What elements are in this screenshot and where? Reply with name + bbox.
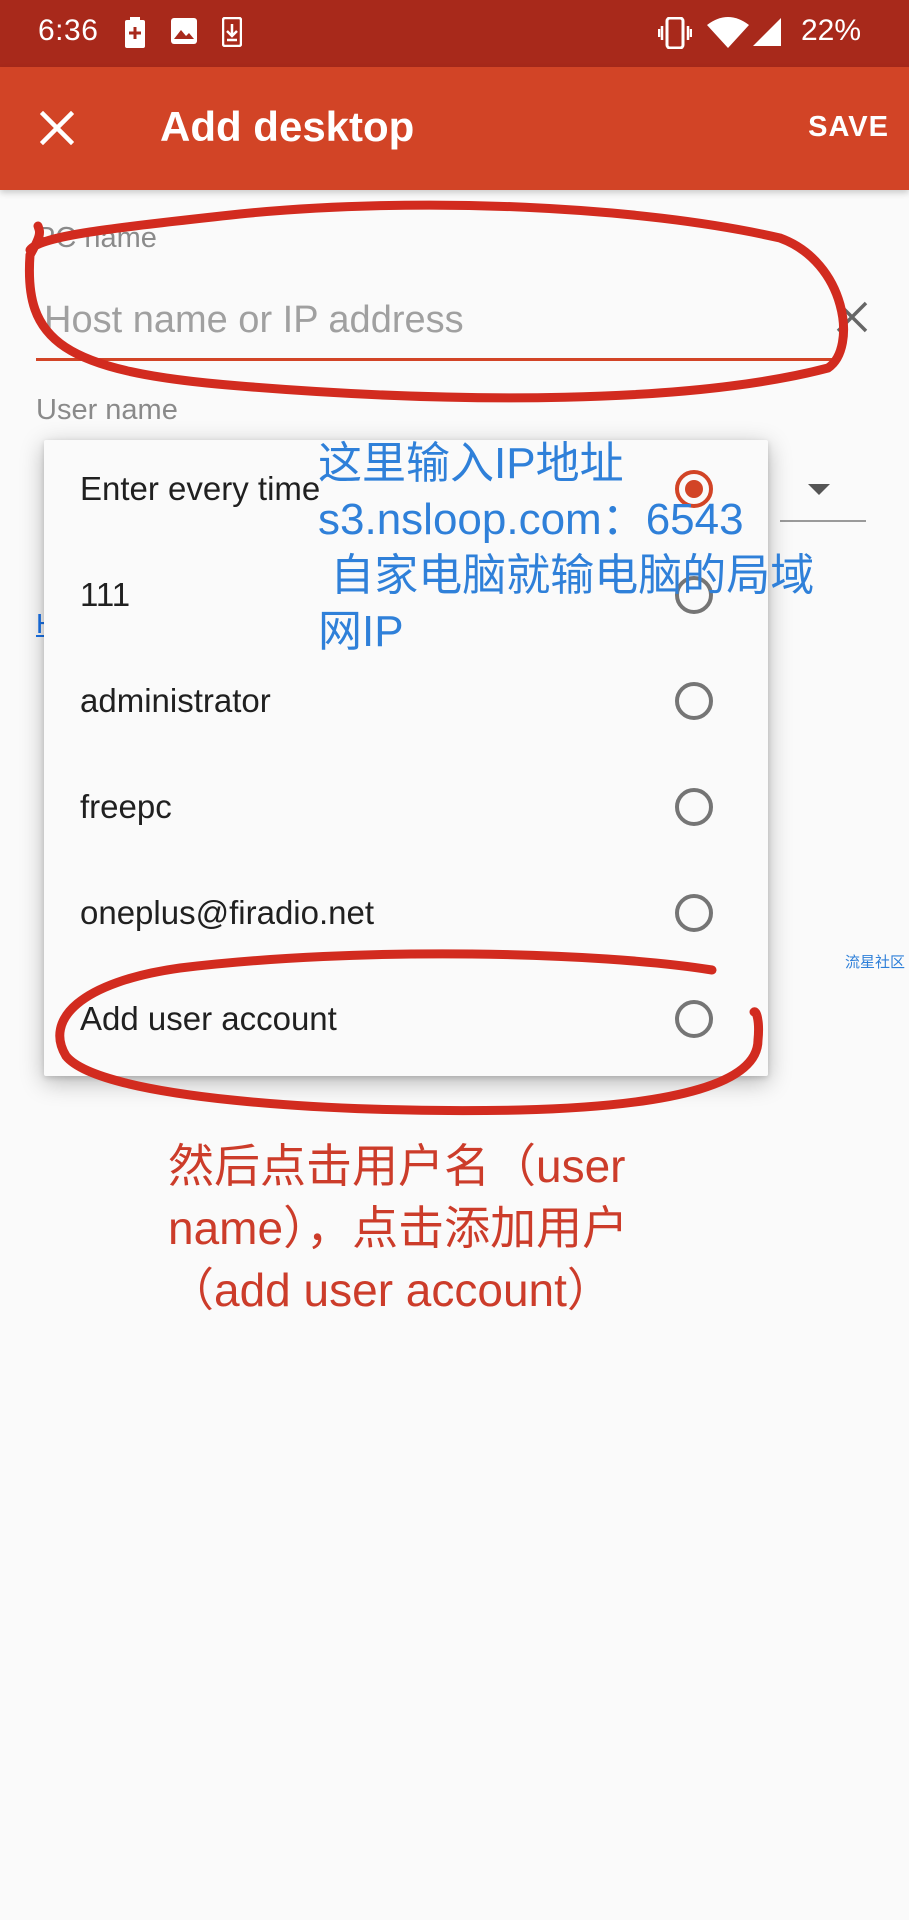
download-icon — [222, 17, 242, 47]
radio-unselected[interactable] — [675, 894, 713, 932]
wifi-icon — [707, 17, 749, 48]
menu-item-user-freepc[interactable]: freepc — [44, 758, 768, 864]
red-annotation-line: （add user account） — [168, 1264, 613, 1316]
battery-percentage: 22% — [800, 14, 861, 47]
clear-input-icon[interactable] — [830, 295, 874, 339]
signal-icon — [753, 18, 781, 46]
menu-item-label: Enter every time — [80, 470, 321, 507]
status-time: 6:36 — [38, 14, 99, 47]
battery-saver-icon — [125, 17, 145, 48]
pc-name-label: PC name — [36, 222, 157, 254]
app-bar: Add desktop SAVE — [0, 67, 909, 190]
radio-unselected[interactable] — [675, 682, 713, 720]
menu-item-add-user-account[interactable]: Add user account — [44, 970, 768, 1076]
red-annotation-line: 然后点击用户名（user — [168, 1140, 626, 1192]
pc-name-input[interactable] — [36, 290, 834, 361]
menu-item-label: administrator — [80, 682, 271, 719]
blue-annotation: 这里输入IP地址 s3.nsloop.com：6543 自家电脑就输电脑的局域 … — [318, 436, 814, 660]
blue-annotation-line: 网IP — [318, 607, 404, 656]
red-annotation-line: name），点击添加用户 — [168, 1202, 629, 1254]
close-icon — [40, 111, 74, 145]
menu-item-user-oneplus[interactable]: oneplus@firadio.net — [44, 864, 768, 970]
radio-unselected[interactable] — [675, 1000, 713, 1038]
menu-item-label: oneplus@firadio.net — [80, 894, 375, 931]
user-name-label: User name — [36, 394, 178, 426]
vibrate-icon — [658, 17, 692, 49]
blue-annotation-line: s3.nsloop.com：6543 — [318, 495, 744, 544]
close-button[interactable] — [22, 93, 92, 163]
menu-item-label: 111 — [80, 576, 131, 613]
menu-item-user-administrator[interactable]: administrator — [44, 652, 768, 758]
image-icon — [171, 18, 197, 44]
menu-item-label: Add user account — [80, 1000, 337, 1037]
blue-annotation-line: 自家电脑就输电脑的局域 — [318, 551, 815, 600]
menu-item-label: freepc — [80, 788, 172, 825]
status-bar: 6:36 22% — [0, 0, 909, 67]
save-button[interactable]: SAVE — [808, 111, 889, 144]
watermark: 流星社区 — [845, 954, 906, 971]
blue-annotation-line: 这里输入IP地址 — [318, 439, 624, 488]
red-annotation: 然后点击用户名（user name），点击添加用户 （add user acco… — [168, 1135, 628, 1321]
page-title: Add desktop — [160, 103, 415, 150]
radio-unselected[interactable] — [675, 788, 713, 826]
